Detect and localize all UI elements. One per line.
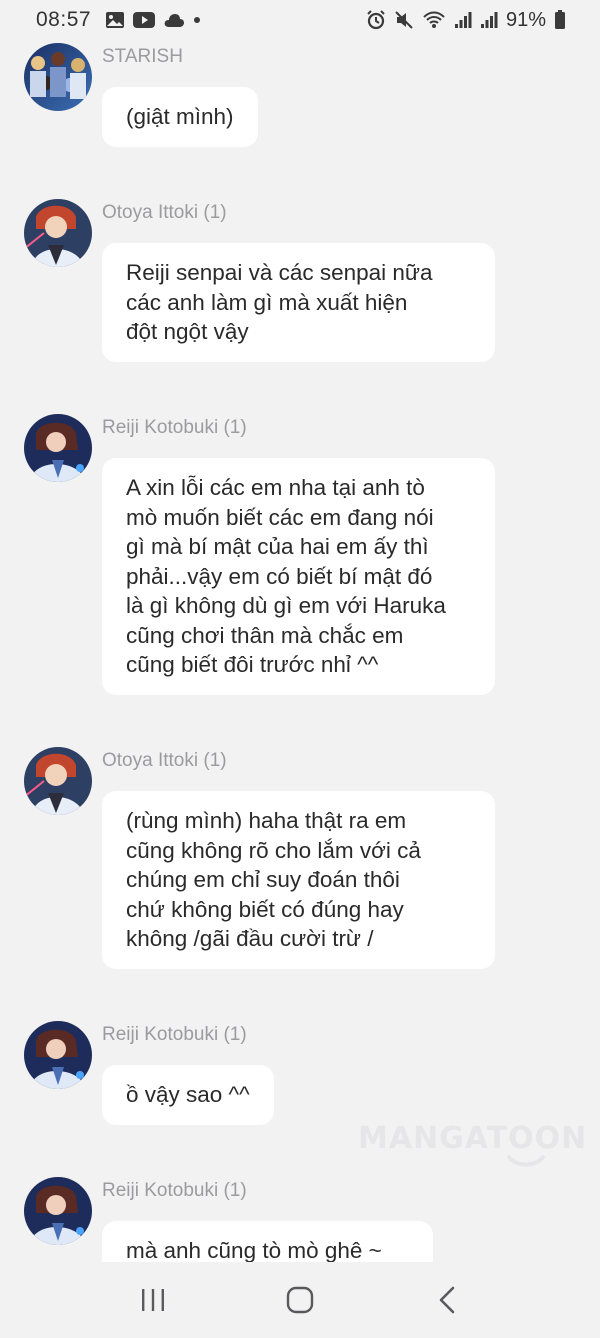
reiji-avatar[interactable] (24, 414, 92, 482)
battery-percent: 91% (505, 8, 546, 31)
alarm-icon (366, 10, 386, 30)
status-right: 91% (366, 9, 566, 32)
youtube-icon (133, 12, 156, 28)
message-bubble[interactable]: ồ vậy sao ^^ (102, 1065, 274, 1125)
back-icon[interactable] (417, 1270, 477, 1330)
message-bubble[interactable]: mà anh cũng tò mò ghê ~ (102, 1221, 433, 1262)
signal-icon (454, 11, 472, 29)
group-avatar[interactable] (24, 43, 92, 111)
gallery-icon (105, 11, 125, 29)
watermark-smile-icon (506, 1154, 546, 1173)
sender-name: Otoya Ittoki (1) (102, 202, 227, 223)
dot-icon (193, 16, 201, 24)
status-left: 08:57 (36, 8, 201, 32)
wifi-icon (422, 10, 446, 30)
mute-icon (394, 10, 414, 30)
sender-name: STARISH (102, 46, 183, 67)
status-bar: 08:57 91% (0, 0, 600, 40)
message-bubble[interactable]: A xin lỗi các em nha tại anh tò mò muốn … (102, 458, 495, 695)
signal-icon (480, 11, 498, 29)
chat-thread[interactable]: STARISH (giật mình) Otoya Ittoki (1) Rei… (0, 40, 600, 1262)
message-bubble[interactable]: Reiji senpai và các senpai nữa các anh l… (102, 243, 495, 362)
watermark-logo: MANGATOON (358, 1121, 588, 1156)
reiji-avatar[interactable] (24, 1021, 92, 1089)
sender-name: Otoya Ittoki (1) (102, 750, 227, 771)
cloud-icon (163, 12, 185, 28)
otoya-avatar[interactable] (24, 199, 92, 267)
message-bubble[interactable]: (rùng mình) haha thật ra em cũng không r… (102, 791, 495, 969)
sender-name: Reiji Kotobuki (1) (102, 1024, 247, 1045)
recent-apps-icon[interactable] (123, 1270, 183, 1330)
battery-icon (554, 10, 566, 30)
sender-name: Reiji Kotobuki (1) (102, 1180, 247, 1201)
home-icon[interactable] (270, 1270, 330, 1330)
clock: 08:57 (36, 8, 92, 31)
navigation-bar (0, 1262, 600, 1338)
message-bubble[interactable]: (giật mình) (102, 87, 258, 147)
sender-name: Reiji Kotobuki (1) (102, 417, 247, 438)
reiji-avatar[interactable] (24, 1177, 92, 1245)
otoya-avatar[interactable] (24, 747, 92, 815)
